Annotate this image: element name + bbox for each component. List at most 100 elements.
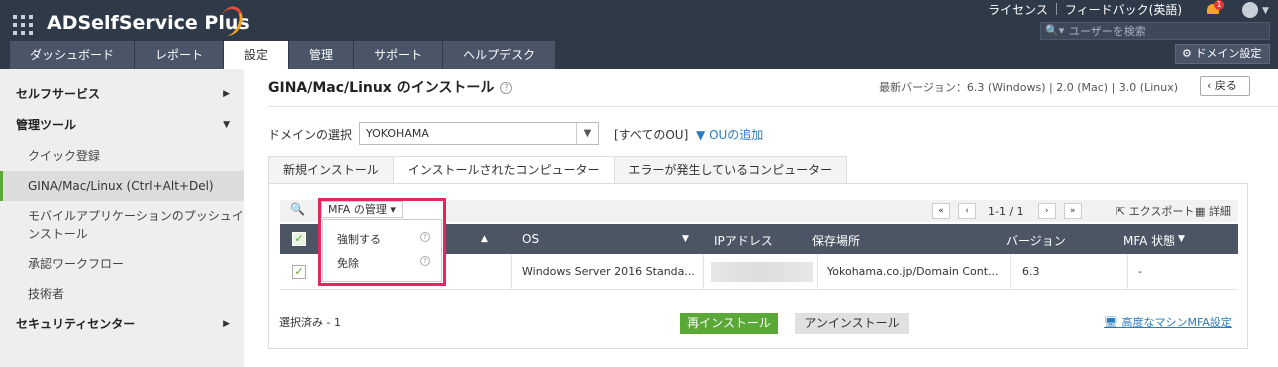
user-avatar-icon[interactable] xyxy=(1242,2,1258,18)
sidebar-item-quick-enroll[interactable]: クイック登録 xyxy=(0,141,244,171)
tab-error-computers[interactable]: エラーが発生しているコンピューター xyxy=(613,156,848,184)
tab-new-install[interactable]: 新規インストール xyxy=(268,156,394,184)
cell-version: 6.3 xyxy=(1022,265,1040,278)
divider xyxy=(268,106,1278,107)
tab-support[interactable]: サポート xyxy=(354,41,444,69)
sidebar-section-label: セキュリティセンター xyxy=(16,317,136,331)
domain-select[interactable]: YOKOHAMA ▼ xyxy=(359,122,599,145)
advanced-mfa-link[interactable]: 🖥 高度なマシンMFA設定 xyxy=(1104,314,1232,330)
all-ou-label: [すべてのOU] xyxy=(614,128,689,142)
filter-icon[interactable]: ▼ xyxy=(1178,234,1185,244)
page-info: 1-1 / 1 xyxy=(988,204,1024,218)
sidebar-section-selfservice[interactable]: セルフサービス ▶ xyxy=(0,79,244,110)
add-ou-label: OUの追加 xyxy=(709,128,764,142)
sidebar-section-label: 管理ツール xyxy=(16,118,77,132)
page-title-text: GINA/Mac/Linux のインストール xyxy=(268,80,495,96)
column-header-os[interactable]: OS xyxy=(522,232,539,246)
tab-settings[interactable]: 設定 xyxy=(224,41,290,69)
select-all-checkbox[interactable]: ✓ xyxy=(292,232,306,246)
sidebar: セルフサービス ▶ 管理ツール ▼ クイック登録 GINA/Mac/Linux … xyxy=(0,69,244,367)
column-header-ip[interactable]: IPアドレス xyxy=(714,232,773,249)
sidebar-section-label: セルフサービス xyxy=(16,87,101,101)
mfa-dropdown-highlight: MFA の管理 ▾ 強制する ? 免除 ? xyxy=(318,198,446,286)
mfa-manage-label: MFA の管理 xyxy=(328,203,387,216)
columns-icon: ▦ xyxy=(1195,205,1206,218)
detail-button[interactable]: ▦ 詳細 xyxy=(1195,203,1231,219)
column-header-version[interactable]: バージョン xyxy=(1006,232,1066,249)
chevron-right-icon: ▶ xyxy=(223,89,230,99)
divider xyxy=(817,254,818,290)
chevron-left-icon: ‹ xyxy=(1207,79,1212,92)
help-icon[interactable]: ? xyxy=(420,232,430,242)
sidebar-item-mobile-push[interactable]: モバイルアプリケーションのプッシュインストール xyxy=(0,201,244,249)
divider xyxy=(1127,254,1128,290)
divider xyxy=(1010,254,1011,290)
column-header-mfa[interactable]: MFA 状態 xyxy=(1123,232,1175,249)
export-icon: ⇱ xyxy=(1116,205,1126,218)
column-header-location[interactable]: 保存場所 xyxy=(812,232,860,249)
filter-icon: ▼ xyxy=(696,128,706,142)
search-icon[interactable]: 🔍 xyxy=(290,202,305,216)
notification-bell-icon[interactable]: 1 xyxy=(1205,0,1224,17)
sort-asc-icon[interactable]: ▲ xyxy=(481,234,488,244)
divider xyxy=(511,254,512,290)
sidebar-item-gina[interactable]: GINA/Mac/Linux (Ctrl+Alt+Del) xyxy=(0,171,244,201)
chevron-down-icon[interactable]: ▼ xyxy=(1262,6,1269,16)
divider xyxy=(703,254,704,290)
feedback-link[interactable]: フィードバック(英語) xyxy=(1057,1,1190,18)
advanced-mfa-label: 高度なマシンMFA設定 xyxy=(1121,316,1232,329)
help-icon[interactable]: ? xyxy=(500,82,513,94)
monitor-icon: 🖥 xyxy=(1104,316,1118,329)
search-icon: 🔍▾ xyxy=(1045,24,1065,37)
first-page-icon[interactable]: « xyxy=(932,203,950,219)
export-label: エクスポート xyxy=(1128,205,1195,218)
last-page-icon[interactable]: » xyxy=(1063,203,1082,219)
pagination: « ‹ 1-1 / 1 › » xyxy=(932,202,1090,220)
sidebar-section-admin-tools[interactable]: 管理ツール ▼ xyxy=(0,110,244,141)
cell-mfa-status: - xyxy=(1138,265,1142,278)
notification-count-badge: 1 xyxy=(1214,0,1224,10)
add-ou-link[interactable]: ▼ OUの追加 xyxy=(696,126,763,143)
uninstall-button[interactable]: アンインストール xyxy=(795,313,909,334)
row-checkbox[interactable]: ✓ xyxy=(292,265,306,279)
reinstall-button[interactable]: 再インストール xyxy=(680,313,778,334)
mfa-manage-button[interactable]: MFA の管理 ▾ xyxy=(321,201,403,218)
main-tabs: ダッシュボード レポート 設定 管理 サポート ヘルプデスク xyxy=(10,41,557,69)
tab-reports[interactable]: レポート xyxy=(135,41,225,69)
top-links: ライセンス フィードバック(英語) xyxy=(980,0,1190,18)
menu-item-exempt[interactable]: 免除 xyxy=(337,255,359,271)
back-button[interactable]: ‹ 戻る xyxy=(1200,76,1250,96)
domain-settings-label: ドメイン設定 xyxy=(1195,47,1262,60)
sidebar-item-approval-workflow[interactable]: 承認ワークフロー xyxy=(0,249,244,279)
tab-dashboard[interactable]: ダッシュボード xyxy=(10,41,136,69)
user-search-input[interactable] xyxy=(1069,23,1265,39)
sidebar-section-security-center[interactable]: セキュリティセンター ▶ xyxy=(0,309,244,340)
page-title: GINA/Mac/Linux のインストール? xyxy=(268,77,513,97)
license-link[interactable]: ライセンス xyxy=(980,1,1056,18)
sidebar-item-technicians[interactable]: 技術者 xyxy=(0,279,244,309)
next-page-icon[interactable]: › xyxy=(1037,203,1056,219)
cell-ip-redacted xyxy=(711,262,813,282)
gear-icon: ⚙ xyxy=(1182,47,1192,60)
back-label: 戻る xyxy=(1214,79,1237,92)
filter-icon[interactable]: ▼ xyxy=(682,234,689,244)
detail-label: 詳細 xyxy=(1208,205,1231,218)
domain-settings-button[interactable]: ⚙ ドメイン設定 xyxy=(1175,44,1270,64)
domain-select-value: YOKOHAMA xyxy=(366,127,429,140)
top-header: ADSelfService Plus ライセンス フィードバック(英語) 1 ▼… xyxy=(0,0,1278,69)
user-search-box[interactable]: 🔍▾ xyxy=(1040,22,1270,40)
mfa-dropdown-menu: 強制する ? 免除 ? xyxy=(322,219,442,282)
chevron-down-icon: ▼ xyxy=(223,120,230,130)
cell-os: Windows Server 2016 Standa... xyxy=(522,265,695,278)
prev-page-icon[interactable]: ‹ xyxy=(958,203,976,219)
tab-helpdesk[interactable]: ヘルプデスク xyxy=(443,41,557,69)
app-grid-icon[interactable] xyxy=(13,15,33,35)
chevron-right-icon: ▶ xyxy=(223,319,230,329)
help-icon[interactable]: ? xyxy=(420,256,430,266)
export-button[interactable]: ⇱ エクスポート xyxy=(1116,203,1194,219)
menu-item-enforce[interactable]: 強制する xyxy=(337,231,381,247)
tab-admin[interactable]: 管理 xyxy=(289,41,355,69)
selected-count: 選択済み - 1 xyxy=(279,316,341,329)
domain-select-label: ドメインの選択 xyxy=(268,128,353,142)
tab-installed-computers[interactable]: インストールされたコンピューター xyxy=(392,156,615,184)
